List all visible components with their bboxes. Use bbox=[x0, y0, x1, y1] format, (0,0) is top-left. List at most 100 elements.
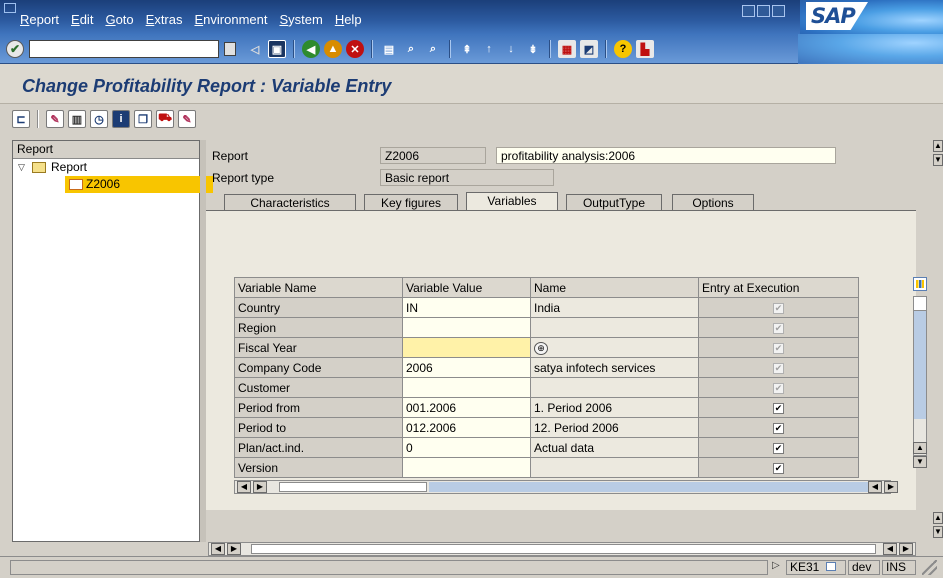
first-page-icon[interactable]: ⇞ bbox=[458, 40, 476, 58]
table-horizontal-scrollbar[interactable]: ◀ ▶ bbox=[234, 480, 891, 494]
variable-value-input[interactable] bbox=[402, 337, 531, 358]
find-next-icon[interactable]: ⌕ bbox=[424, 40, 442, 58]
customize-layout-icon[interactable]: ▙ bbox=[636, 40, 654, 58]
possible-values-icon[interactable]: ⊕ bbox=[534, 342, 548, 355]
variable-text-cell: Actual data bbox=[530, 437, 699, 458]
entry-checkbox[interactable]: ✔ bbox=[773, 422, 784, 434]
variable-value-input[interactable]: 012.2006 bbox=[402, 417, 531, 438]
main-vertical-scrollbar[interactable]: ▲ ▼ ▲ ▼ bbox=[933, 140, 943, 542]
minimize-icon[interactable] bbox=[742, 5, 755, 17]
status-insert-mode[interactable]: INS bbox=[882, 560, 916, 575]
cancel-icon[interactable]: ✕ bbox=[346, 40, 364, 58]
copy-icon[interactable]: ❐ bbox=[134, 110, 152, 128]
main-column-left-icon[interactable]: ◀ bbox=[883, 543, 897, 555]
status-message-area bbox=[10, 560, 768, 575]
close-icon[interactable] bbox=[772, 5, 785, 17]
print-icon[interactable]: ▤ bbox=[380, 40, 398, 58]
variable-value-input[interactable] bbox=[402, 457, 531, 478]
menu-system[interactable]: System bbox=[279, 12, 322, 27]
menu-help[interactable]: Help bbox=[335, 12, 362, 27]
find-icon[interactable]: ⌕ bbox=[402, 40, 420, 58]
delete-icon[interactable]: ▥ bbox=[68, 110, 86, 128]
tab-outputtype[interactable]: OutputType bbox=[566, 194, 662, 211]
main-scroll-down-icon[interactable]: ▼ bbox=[933, 154, 943, 166]
variable-value-input[interactable]: IN bbox=[402, 297, 531, 318]
tab-key-figures[interactable]: Key figures bbox=[364, 194, 458, 211]
variable-name-cell: Country bbox=[234, 297, 403, 318]
command-history-icon[interactable] bbox=[224, 42, 236, 56]
menu-environment[interactable]: Environment bbox=[194, 12, 267, 27]
exit-icon[interactable]: ▲ bbox=[324, 40, 342, 58]
tab-options[interactable]: Options bbox=[672, 194, 754, 211]
main-column-right-icon[interactable]: ▶ bbox=[899, 543, 913, 555]
transport-icon[interactable]: ⛟ bbox=[156, 110, 174, 128]
main-scroll-up-icon[interactable]: ▲ bbox=[933, 140, 943, 152]
entry-checkbox[interactable]: ✔ bbox=[773, 402, 784, 414]
variable-value-input[interactable]: 0 bbox=[402, 437, 531, 458]
report-type-field: Basic report bbox=[380, 169, 554, 186]
main-scroll-right-icon[interactable]: ▶ bbox=[227, 543, 241, 555]
table-column-left-icon[interactable]: ◀ bbox=[868, 481, 882, 493]
menu-report[interactable]: Report bbox=[20, 12, 59, 27]
maximize-icon[interactable] bbox=[757, 5, 770, 17]
main-scroll-left-icon[interactable]: ◀ bbox=[211, 543, 225, 555]
tree-node-report[interactable]: ▽ Report bbox=[13, 159, 199, 176]
info-icon[interactable]: i bbox=[112, 110, 130, 128]
table-column-right-icon[interactable]: ▶ bbox=[884, 481, 898, 493]
back-icon[interactable]: ◀ bbox=[302, 40, 320, 58]
title-bar: Change Profitability Report : Variable E… bbox=[0, 64, 943, 104]
enter-icon[interactable]: ✔ bbox=[6, 40, 24, 58]
page-title: Change Profitability Report : Variable E… bbox=[22, 76, 392, 96]
save-icon[interactable]: ▣ bbox=[268, 40, 286, 58]
col-name[interactable]: Name bbox=[530, 277, 699, 298]
system-menu-icon[interactable] bbox=[4, 3, 16, 13]
variable-value-input[interactable]: 2006 bbox=[402, 357, 531, 378]
variable-value-input[interactable] bbox=[402, 377, 531, 398]
column-settings-icon[interactable] bbox=[913, 277, 927, 291]
table-vscroll-thumb[interactable] bbox=[914, 297, 926, 311]
entry-checkbox[interactable]: ✔ bbox=[773, 442, 784, 454]
back-arrow-icon[interactable]: ◁ bbox=[246, 40, 264, 58]
change-icon[interactable]: ✎ bbox=[46, 110, 64, 128]
table-scroll-left-icon[interactable]: ◀ bbox=[237, 481, 251, 493]
status-transaction[interactable]: KE31 bbox=[786, 560, 846, 575]
variable-text-cell bbox=[530, 457, 699, 478]
main-page-up-icon[interactable]: ▲ bbox=[933, 512, 943, 524]
expand-triangle-icon[interactable]: ▽ bbox=[18, 159, 25, 176]
status-toggle-icon[interactable]: ▷ bbox=[772, 560, 780, 571]
variables-table: Variable Name Variable Value Name Entry … bbox=[234, 277, 859, 478]
table-row: Version ✔ bbox=[234, 457, 859, 478]
command-field[interactable] bbox=[29, 40, 219, 58]
execute-icon[interactable]: ◷ bbox=[90, 110, 108, 128]
menu-edit[interactable]: Edit bbox=[71, 12, 93, 27]
main-page-down-icon[interactable]: ▼ bbox=[933, 526, 943, 538]
help-icon[interactable]: ? bbox=[614, 40, 632, 58]
resize-grip-icon[interactable] bbox=[922, 560, 937, 575]
variant-icon[interactable]: ✎ bbox=[178, 110, 196, 128]
previous-page-icon[interactable]: ↑ bbox=[480, 40, 498, 58]
create-session-icon[interactable]: ▦ bbox=[558, 40, 576, 58]
variable-name-cell: Fiscal Year bbox=[234, 337, 403, 358]
shortcut-icon[interactable]: ◩ bbox=[580, 40, 598, 58]
table-hscroll-thumb[interactable] bbox=[279, 482, 427, 492]
tree-node-z2006[interactable]: Z2006 bbox=[13, 176, 213, 193]
col-variable-value[interactable]: Variable Value bbox=[402, 277, 531, 298]
main-horizontal-scrollbar[interactable]: ◀ ▶ ◀ ▶ bbox=[208, 542, 916, 556]
table-scroll-down-icon[interactable]: ▼ bbox=[913, 456, 927, 468]
col-variable-name[interactable]: Variable Name bbox=[234, 277, 403, 298]
table-vertical-scrollbar[interactable] bbox=[913, 296, 927, 456]
table-scroll-up-icon[interactable]: ▲ bbox=[913, 442, 927, 454]
table-scroll-right-icon[interactable]: ▶ bbox=[253, 481, 267, 493]
entry-checkbox[interactable]: ✔ bbox=[773, 462, 784, 474]
last-page-icon[interactable]: ⇟ bbox=[524, 40, 542, 58]
menu-extras[interactable]: Extras bbox=[146, 12, 183, 27]
variable-value-input[interactable]: 001.2006 bbox=[402, 397, 531, 418]
tree-toggle-icon[interactable]: ⊏ bbox=[12, 110, 30, 128]
tab-variables[interactable]: Variables bbox=[466, 192, 558, 211]
menu-goto[interactable]: Goto bbox=[105, 12, 133, 27]
variable-value-input[interactable] bbox=[402, 317, 531, 338]
col-entry-at-execution[interactable]: Entry at Execution bbox=[698, 277, 859, 298]
next-page-icon[interactable]: ↓ bbox=[502, 40, 520, 58]
tab-characteristics[interactable]: Characteristics bbox=[224, 194, 356, 211]
main-hscroll-thumb[interactable] bbox=[251, 544, 876, 554]
